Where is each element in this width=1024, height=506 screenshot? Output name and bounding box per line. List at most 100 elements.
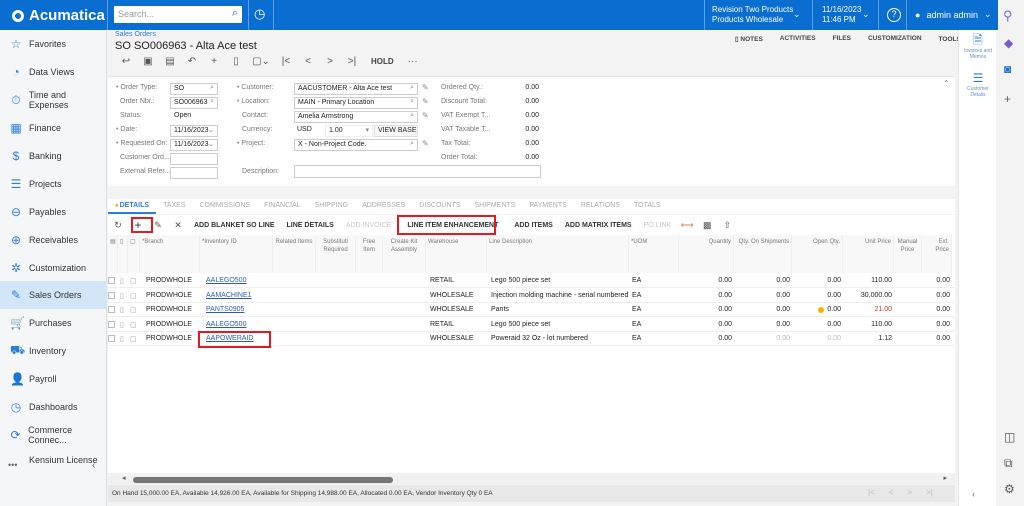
scroll-right-icon[interactable]: ▸ xyxy=(943,474,947,482)
col-header-related-items[interactable]: Related Items xyxy=(273,235,316,273)
manual-price-checkbox[interactable] xyxy=(108,320,115,328)
horizontal-scrollbar[interactable]: ◂ ▸ xyxy=(108,474,955,484)
export-excel-icon[interactable]: ▩ xyxy=(697,220,717,231)
invoices-and-memos-link[interactable]: 🗎 Invoices and Memos xyxy=(959,34,997,60)
next-record-icon[interactable]: > xyxy=(319,56,341,67)
customer-details-link[interactable]: ☰ Customer Details xyxy=(959,72,997,98)
contact-field[interactable]: Amelia Armstrong ⌕ xyxy=(294,111,418,123)
date-field[interactable]: 11/16/2023 ⌄ xyxy=(170,125,218,137)
more-actions-icon[interactable]: ··· xyxy=(402,56,424,67)
search-icon[interactable]: ⌕ xyxy=(210,84,214,92)
tab-shipments[interactable]: SHIPMENTS xyxy=(468,199,523,214)
first-record-icon[interactable]: |< xyxy=(275,56,297,67)
table-row[interactable]: ▯ ▢ PRODWHOLE AALEGO500 RETAIL Lego 500 piece… xyxy=(108,318,955,332)
search-icon[interactable]: ⌕ xyxy=(410,140,414,148)
attachment-icon[interactable]: ▯ xyxy=(120,277,124,285)
col-header-ext-price[interactable]: Ext. Price xyxy=(922,235,952,273)
tab-financial[interactable]: FINANCIAL xyxy=(257,199,308,214)
breadcrumb[interactable]: Sales Orders xyxy=(115,31,156,38)
sidebar-toggle-icon[interactable]: ◫ xyxy=(1004,430,1015,444)
table-row[interactable]: ▯ ▢ PRODWHOLE PANTS0905 WHOLESALE Pants EA 0.00… xyxy=(108,303,955,317)
sidebar-item-payables[interactable]: ⊖ Payables xyxy=(0,198,107,226)
sidebar-item-commerce-connector[interactable]: ⟳ Commerce Connec... xyxy=(0,421,107,449)
dropdown-icon[interactable]: ▾ xyxy=(365,126,369,134)
note-icon[interactable]: ▢ xyxy=(130,321,137,329)
note-icon[interactable]: ▢ xyxy=(130,306,137,314)
delete-icon[interactable]: ▯ xyxy=(225,56,247,67)
order-type-field[interactable]: SO ⌕ xyxy=(170,83,218,95)
sidebar-item-time-and-expenses[interactable]: ⏱ Time and Expenses xyxy=(0,86,107,114)
recent-history-icon[interactable]: ◷ xyxy=(254,6,265,22)
sidebar-item-sales-orders[interactable]: ✎ Sales Orders xyxy=(0,281,107,309)
edit-contact-icon[interactable]: ✎ xyxy=(422,111,429,120)
col-header-unit-price[interactable]: Unit Price xyxy=(843,235,894,273)
activities-button[interactable]: ACTIVITIES xyxy=(780,35,816,43)
order-nbr-field[interactable]: SO006963 ⌕ xyxy=(170,97,218,109)
search-icon[interactable]: ⌕ xyxy=(410,84,414,92)
user-menu[interactable]: ● admin admin ⌄ xyxy=(915,9,992,20)
next-page-icon[interactable]: > xyxy=(907,488,912,497)
col-header-qty-on-shipments[interactable]: Qty. On Shipments xyxy=(734,235,792,273)
cell-inventory-id[interactable]: AALEGO500 xyxy=(206,277,246,284)
table-row[interactable]: ▯ ▢ PRODWHOLE AAMACHINE1 WHOLESALE Injection … xyxy=(108,289,955,303)
customer-field[interactable]: AACUSTOMER - Alta Ace test ⌕ xyxy=(294,83,418,95)
tab-addresses[interactable]: ADDRESSES xyxy=(355,199,412,214)
copilot-icon[interactable]: ◆ xyxy=(1004,36,1013,50)
manual-price-checkbox[interactable] xyxy=(108,291,115,299)
tab-discounts[interactable]: DISCOUNTS xyxy=(412,199,467,214)
chevron-down-icon[interactable]: ⌄ xyxy=(793,9,801,20)
help-icon[interactable]: ? xyxy=(887,8,901,22)
first-page-icon[interactable]: |< xyxy=(868,488,875,497)
col-header-quantity[interactable]: Quantity xyxy=(679,235,734,273)
chevron-down-icon[interactable]: ⌄ xyxy=(208,126,214,134)
previous-record-icon[interactable]: < xyxy=(297,56,319,67)
sidebar-item-payroll[interactable]: 👤 Payroll xyxy=(0,365,107,393)
collapse-panel-icon[interactable]: ‹ xyxy=(972,489,975,499)
warning-icon[interactable] xyxy=(818,307,824,313)
undo-icon[interactable]: ↶ xyxy=(181,56,203,67)
more-items-button[interactable]: ••• xyxy=(8,460,17,470)
col-header-uom[interactable]: *UOM xyxy=(629,235,679,273)
tab-payments[interactable]: PAYMENTS xyxy=(522,199,573,214)
col-header-line-description[interactable]: Line Description xyxy=(487,235,629,273)
col-header-substitution-required[interactable]: Substituti Required xyxy=(316,235,356,273)
chevron-down-icon[interactable]: ⌄ xyxy=(208,140,214,148)
edit-location-icon[interactable]: ✎ xyxy=(422,97,429,106)
outlook-icon[interactable]: ◙ xyxy=(1004,62,1011,76)
tab-details[interactable]: DETAILS xyxy=(108,199,157,214)
cell-inventory-id[interactable]: AAMACHINE1 xyxy=(206,292,252,299)
manual-price-checkbox[interactable] xyxy=(108,306,115,313)
save-close-icon[interactable]: ▣ xyxy=(137,56,159,67)
tab-relations[interactable]: RELATIONS xyxy=(574,199,627,214)
col-header-inventory-id[interactable]: *Inventory ID xyxy=(200,235,273,273)
delete-row-icon[interactable]: ✕ xyxy=(168,220,188,231)
global-search-input[interactable]: Search... ⌕ xyxy=(114,6,242,23)
customer-order-field[interactable] xyxy=(170,153,218,165)
refresh-icon[interactable]: ↻ xyxy=(108,220,128,231)
po-link-button[interactable]: PO LINK xyxy=(638,222,678,229)
note-icon[interactable]: ▢ xyxy=(130,335,137,343)
scrollbar-thumb[interactable] xyxy=(133,477,393,483)
scroll-left-icon[interactable]: ◂ xyxy=(122,474,126,482)
project-field[interactable]: X - Non-Project Code. ⌕ xyxy=(294,139,418,151)
tab-totals[interactable]: TOTALS xyxy=(627,199,668,214)
edit-customer-icon[interactable]: ✎ xyxy=(422,83,429,92)
upload-icon[interactable]: ⇧ xyxy=(717,220,737,231)
attachment-icon[interactable]: ▯ xyxy=(120,321,124,329)
hold-button[interactable]: HOLD xyxy=(363,57,402,67)
cell-inventory-id[interactable]: PANTS0905 xyxy=(206,306,244,313)
external-ref-field[interactable] xyxy=(170,167,218,179)
line-details-button[interactable]: LINE DETAILS xyxy=(281,222,340,229)
description-field[interactable] xyxy=(294,165,541,178)
last-record-icon[interactable]: >| xyxy=(341,56,363,67)
sidebar-item-dashboards[interactable]: ◷ Dashboards xyxy=(0,393,107,421)
search-icon[interactable]: ⌕ xyxy=(410,112,414,120)
sidebar-item-projects[interactable]: ☰ Projects xyxy=(0,170,107,198)
company-selector[interactable]: Revision Two Products Products Wholesale xyxy=(712,5,793,25)
sidebar-item-customization[interactable]: ✲ Customization xyxy=(0,254,107,282)
sidebar-item-inventory[interactable]: ⛟ Inventory xyxy=(0,337,107,365)
save-icon[interactable]: ▤ xyxy=(159,56,181,67)
add-icon[interactable]: + xyxy=(203,56,225,67)
add-blanket-so-line-button[interactable]: ADD BLANKET SO LINE xyxy=(188,222,281,229)
tab-commissions[interactable]: COMMISSIONS xyxy=(193,199,258,214)
